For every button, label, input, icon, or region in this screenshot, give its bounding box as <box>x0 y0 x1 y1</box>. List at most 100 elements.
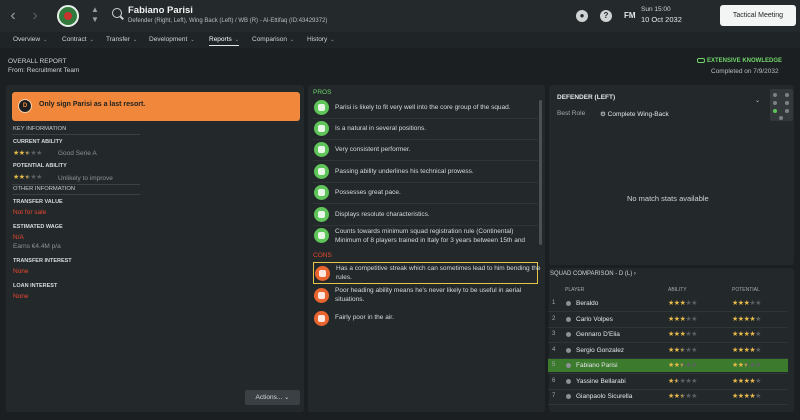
divider <box>313 160 538 161</box>
row-number: 1 <box>552 300 556 306</box>
player-updown-icon[interactable]: ▲ ▼ <box>91 5 99 25</box>
table-row[interactable]: 4 Sergio Gonzalez ★★★★★ ★★★★★ <box>548 344 788 357</box>
pros-heading: PROS <box>313 89 332 96</box>
pro-item: Passing ability underlines his technical… <box>313 162 538 181</box>
player-icon <box>566 316 571 322</box>
potential-ability-text: Unlikely to improve <box>58 175 113 182</box>
best-role-value: ⚙ Complete Wing-Back <box>600 111 669 118</box>
estimated-wage: N/A <box>13 234 24 241</box>
con-text: Fairly poor in the air. <box>335 314 394 321</box>
con-item: Has a competitive streak which can somet… <box>313 262 541 284</box>
pros-scrollbar[interactable] <box>539 100 542 245</box>
other-info-heading: OTHER INFORMATION <box>13 186 76 192</box>
potential-stars: ★★★★★ <box>732 300 761 307</box>
ability-stars: ★★★★★ <box>668 377 697 385</box>
pro-item: Counts towards minimum squad registratio… <box>313 226 538 245</box>
table-row[interactable]: 1 Beraldo ★★★★★ ★★★★★ <box>548 297 788 310</box>
help-icon[interactable]: ? <box>600 10 612 22</box>
row-number: 3 <box>552 331 556 337</box>
pro-icon <box>314 164 329 179</box>
actions-button[interactable]: Actions... ⌄ <box>245 390 300 405</box>
transfer-value-label: TRANSFER VALUE <box>13 199 63 205</box>
tab-history[interactable]: History ⌄ <box>307 36 334 43</box>
ability-stars: ★★★★★ <box>668 315 697 323</box>
player-name-cell[interactable]: Carlo Volpes <box>576 316 613 323</box>
tab-development[interactable]: Development ⌄ <box>149 36 195 43</box>
pro-icon <box>314 228 329 243</box>
club-badge-icon[interactable] <box>57 5 79 27</box>
search-icon[interactable] <box>112 8 122 18</box>
player-name-cell[interactable]: Fabiano Parisi <box>576 362 618 369</box>
player-icon <box>566 378 571 384</box>
tab-contract[interactable]: Contract ⌄ <box>62 36 94 43</box>
transfer-value: Not for sale <box>13 209 47 216</box>
current-ability-text: Good Serie A <box>58 150 97 157</box>
report-from: From: Recruitment Team <box>8 67 80 74</box>
pro-text: Very consistent performer. <box>335 146 411 153</box>
table-row[interactable]: 7 Gianpaolo Sicurella ★★★★★ ★★★★★ <box>548 390 788 403</box>
tab-overview[interactable]: Overview ⌄ <box>13 36 47 43</box>
pro-text: Counts towards minimum squad registratio… <box>335 228 526 244</box>
potential-ability-label: POTENTIAL ABILITY <box>13 163 67 169</box>
pitch-dot <box>785 101 789 105</box>
best-role-label: Best Role <box>557 110 586 117</box>
row-number: 4 <box>552 346 556 353</box>
date-text: 10 Oct 2032 <box>641 15 682 24</box>
current-ability-label: CURRENT ABILITY <box>13 139 63 145</box>
pro-text: Is a natural in several positions. <box>335 125 427 132</box>
ability-stars: ★★★★★ <box>668 300 697 307</box>
player-icon <box>566 332 571 337</box>
table-row[interactable]: 6 Yassine Bellarabi ★★★★★ ★★★★★ <box>548 375 788 388</box>
knowledge-level: EXTENSIVE KNOWLEDGE <box>707 58 783 64</box>
tab-transfer[interactable]: Transfer ⌄ <box>106 36 137 43</box>
potential-stars: ★★★★★ <box>732 362 761 369</box>
pitch-dot-active <box>773 109 777 113</box>
table-row[interactable]: 3 Gennaro D'Elia ★★★★★ ★★★★★ <box>548 328 788 341</box>
pro-icon <box>314 185 329 200</box>
tactical-meeting-button[interactable]: Tactical Meeting <box>720 5 796 26</box>
table-row[interactable]: 5 Fabiano Parisi ★★★★★ ★★★★★ <box>548 359 788 372</box>
potential-ability-stars: ★★★★★ <box>13 174 42 181</box>
recommendation-text: Only sign Parisi as a last resort. <box>39 101 146 108</box>
pitch-dot <box>773 93 777 97</box>
table-row[interactable]: 2 Carlo Volpes ★★★★★ ★★★★★ <box>548 313 788 326</box>
row-number: 7 <box>552 393 556 399</box>
player-name-cell[interactable]: Gianpaolo Sicurella <box>576 393 632 400</box>
con-text: Has a competitive streak which can somet… <box>336 265 541 281</box>
chevron-down-icon[interactable]: ⌄ <box>755 97 760 104</box>
col-player[interactable]: PLAYER <box>565 287 584 293</box>
fm-logo[interactable]: FM <box>624 11 636 20</box>
recommendation-banner: D Only sign Parisi as a last resort. <box>12 92 300 121</box>
tab-comparison[interactable]: Comparison ⌄ <box>252 36 294 43</box>
estimated-wage-sub: Earns €4.4M p/a <box>13 243 61 250</box>
pro-icon <box>314 207 329 222</box>
pitch-dot <box>785 93 789 97</box>
player-name-cell[interactable]: Beraldo <box>576 300 598 307</box>
grade-badge: D <box>18 99 32 113</box>
report-title: OVERALL REPORT <box>8 58 67 65</box>
date-box[interactable]: Sun 15:00 10 Oct 2032 <box>641 6 682 24</box>
player-name-cell[interactable]: Gennaro D'Elia <box>576 331 620 338</box>
potential-stars: ★★★★★ <box>732 331 761 338</box>
player-name-cell[interactable]: Sergio Gonzalez <box>576 347 624 354</box>
col-potential[interactable]: POTENTIAL <box>732 287 760 293</box>
back-arrow-icon[interactable]: ‹ <box>4 7 22 25</box>
squad-comparison-title[interactable]: SQUAD COMPARISON - D (L) › <box>550 271 636 277</box>
position-title[interactable]: DEFENDER (LEFT) <box>557 94 615 101</box>
player-icon <box>566 394 571 399</box>
player-name: Fabiano Parisi <box>128 5 193 16</box>
con-item: Poor heading ability means he's never li… <box>313 285 538 307</box>
tab-reports[interactable]: Reports ⌄ <box>209 36 239 46</box>
pro-icon <box>314 121 329 136</box>
no-stats-text: No match stats available <box>627 194 709 203</box>
con-item: Fairly poor in the air. <box>313 308 538 327</box>
row-number: 6 <box>552 377 556 384</box>
col-ability[interactable]: ABILITY <box>668 287 687 293</box>
social-icon[interactable]: ● <box>576 10 588 22</box>
player-icon <box>566 347 571 353</box>
forward-arrow-icon[interactable]: › <box>26 7 44 25</box>
player-name-cell[interactable]: Yassine Bellarabi <box>576 378 626 385</box>
ability-stars: ★★★★★ <box>668 393 697 400</box>
con-icon <box>314 288 329 303</box>
row-number: 5 <box>552 362 556 368</box>
